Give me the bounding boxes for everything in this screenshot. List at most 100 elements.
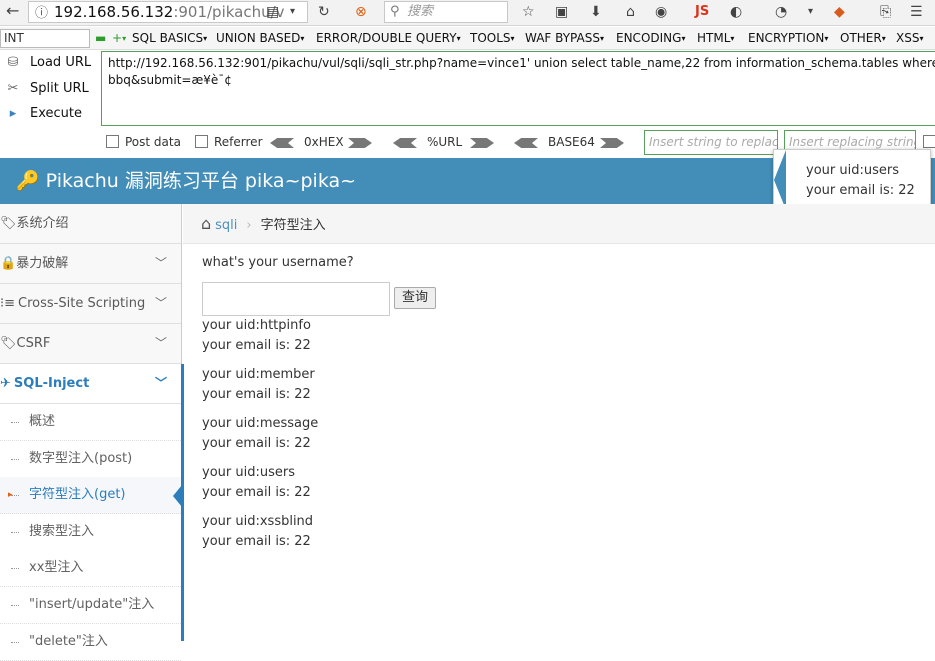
username-input[interactable]: [202, 282, 390, 316]
hex-encode-arrow-icon[interactable]: [348, 138, 372, 148]
menu-icon[interactable]: ☰: [910, 3, 923, 21]
sidebar-item-csrf[interactable]: 🏷CSRF ﹀: [0, 324, 181, 364]
hackbar-extension-icon[interactable]: ◆: [834, 3, 845, 21]
replace-string-input[interactable]: Insert string to replace: [644, 130, 778, 155]
menu-encoding[interactable]: ENCODING: [616, 27, 685, 50]
dropdown-icon[interactable]: ▾: [808, 3, 813, 21]
result-email: your email is: 22: [202, 338, 311, 353]
sidebar-subitem-numeric-post[interactable]: 数字型注入(post): [0, 441, 181, 478]
base64-label: BASE64: [548, 135, 595, 149]
question-label: what's your username?: [202, 255, 354, 270]
download-icon[interactable]: ⬇: [590, 3, 602, 21]
sidebar-item-label: 暴力破解: [16, 256, 69, 271]
home-icon[interactable]: ⌂: [626, 3, 635, 21]
bookmark-star-icon[interactable]: ☆: [522, 3, 535, 21]
menu-xss[interactable]: XSS: [896, 27, 923, 50]
result-block: your uid:xssblind your email is: 22: [202, 512, 313, 552]
breadcrumb-separator-icon: ›: [246, 218, 252, 233]
result-uid: your uid:xssblind: [202, 514, 314, 529]
result-block: your uid:httpinfo your email is: 22: [202, 316, 311, 356]
hackbar-url-textarea[interactable]: http://192.168.56.132:901/pikachu/vul/sq…: [101, 51, 935, 126]
addon-icon[interactable]: ⊗: [355, 3, 367, 21]
search-icon: ⚲: [390, 4, 400, 19]
result-uid: your uid:users: [202, 465, 295, 480]
referrer-checkbox[interactable]: Referrer: [195, 128, 263, 157]
result-uid: your uid:member: [202, 367, 315, 382]
sidebar: 🏷系统介绍 🔒暴力破解 ﹀ ⁝≡ Cross-Site Scripting ﹀ 🏷CS…: [0, 204, 182, 661]
menu-tools[interactable]: TOOLS: [470, 27, 515, 50]
sidebar-subitem-overview[interactable]: 概述: [0, 404, 181, 441]
tag-icon: 🏷: [0, 336, 17, 351]
tooltip-email: your email is: 22: [806, 183, 915, 198]
list-icon: ⁝≡: [0, 296, 16, 311]
cookie-icon[interactable]: ◔: [775, 3, 787, 21]
result-tooltip: your uid:users your email is: 22: [773, 149, 931, 211]
load-url-button[interactable]: ⛁ Load URL: [4, 52, 100, 74]
menu-waf-bypass[interactable]: WAF BYPASS: [525, 27, 604, 50]
site-title[interactable]: Pikachu 漏洞练习平台 pika~pika~: [46, 170, 356, 192]
tag-icon: 🏷: [0, 216, 17, 231]
search-input[interactable]: ⚲ 搜索: [384, 1, 508, 23]
lock-icon: 🔒: [0, 256, 17, 271]
plus-icon[interactable]: ▬: [95, 27, 106, 50]
sidebar-subitem-label: 字符型注入(get): [29, 487, 126, 502]
back-arrow-icon[interactable]: ←: [6, 2, 19, 20]
sidebar-subitem-xx[interactable]: xx型注入: [0, 550, 181, 587]
page-icon[interactable]: ▤: [266, 3, 279, 21]
hex-decode-arrow-icon[interactable]: [270, 138, 294, 148]
home-icon[interactable]: ⌂: [201, 214, 211, 233]
sidebar-subitem-search[interactable]: 搜索型注入: [0, 514, 181, 551]
sidebar-item-xss[interactable]: ⁝≡ Cross-Site Scripting ﹀: [0, 284, 181, 324]
sidebar-item-sql-inject[interactable]: ✈ SQL-Inject ﹀: [0, 364, 181, 404]
menu-other[interactable]: OTHER: [840, 27, 886, 50]
plane-icon: ✈: [0, 376, 11, 391]
sidebar-subitem-insert-update[interactable]: "insert/update"注入: [0, 587, 181, 624]
dropdown-icon[interactable]: ▾: [290, 3, 295, 21]
menu-sql-basics[interactable]: SQL BASICS: [132, 27, 207, 50]
menu-error-double-query[interactable]: ERROR/DOUBLE QUERY: [316, 27, 461, 50]
sidebar-item-intro[interactable]: 🏷系统介绍: [0, 204, 181, 244]
url-decode-arrow-icon[interactable]: [393, 138, 417, 148]
plus-sign-icon[interactable]: +: [112, 27, 126, 50]
scissors-icon: ✂: [7, 81, 19, 96]
chevron-down-icon: ﹀: [154, 296, 167, 310]
sidebar-active-line: [181, 364, 184, 641]
extension-icon[interactable]: ◉: [655, 3, 667, 21]
menu-html[interactable]: HTML: [697, 27, 734, 50]
execute-label: Execute: [30, 106, 82, 121]
sidebar-subitem-delete[interactable]: "delete"注入: [0, 624, 181, 661]
result-uid: your uid:httpinfo: [202, 318, 311, 333]
js-extension-icon[interactable]: JS: [695, 3, 709, 21]
result-block: your uid:member your email is: 22: [202, 365, 315, 405]
sidebar-subitem-string-get[interactable]: 字符型注入(get): [0, 477, 182, 514]
breadcrumb: ⌂ sqli › 字符型注入: [183, 204, 935, 244]
result-block: your uid:users your email is: 22: [202, 463, 311, 503]
key-icon: 🔑: [16, 170, 40, 192]
execute-button[interactable]: ▸ Execute: [4, 103, 100, 125]
menu-union-based[interactable]: UNION BASED: [216, 27, 304, 50]
hex-label: 0xHEX: [304, 135, 344, 149]
split-url-button[interactable]: ✂ Split URL: [4, 78, 100, 100]
int-select[interactable]: INT: [0, 29, 90, 48]
breadcrumb-current: 字符型注入: [260, 218, 326, 233]
info-icon[interactable]: ⓘ: [35, 6, 48, 21]
load-url-icon: ⛁: [7, 55, 19, 70]
breadcrumb-sqli-link[interactable]: sqli: [215, 218, 237, 233]
share-icon[interactable]: ⎘: [880, 3, 891, 21]
menu-encryption[interactable]: ENCRYPTION: [748, 27, 828, 50]
sidebar-item-label: CSRF: [16, 336, 51, 351]
tool-extension-icon[interactable]: ◐: [730, 3, 742, 21]
caret-right-icon: ▸: [8, 490, 13, 500]
base64-encode-arrow-icon[interactable]: [600, 138, 624, 148]
post-data-checkbox[interactable]: Post data: [106, 128, 181, 157]
base64-decode-arrow-icon[interactable]: [514, 138, 538, 148]
chevron-down-icon: ﹀: [154, 376, 167, 390]
url-encode-arrow-icon[interactable]: [470, 138, 494, 148]
result-email: your email is: 22: [202, 387, 311, 402]
result-block: your uid:message your email is: 22: [202, 414, 318, 454]
sidebar-item-brute-force[interactable]: 🔒暴力破解 ﹀: [0, 244, 181, 284]
hackbar-menubar: INT ▬ + SQL BASICS UNION BASED ERROR/DOU…: [0, 27, 935, 50]
reading-list-icon[interactable]: ▣: [555, 3, 568, 21]
reload-icon[interactable]: ↻: [318, 3, 330, 21]
query-button[interactable]: 查询: [394, 287, 436, 309]
